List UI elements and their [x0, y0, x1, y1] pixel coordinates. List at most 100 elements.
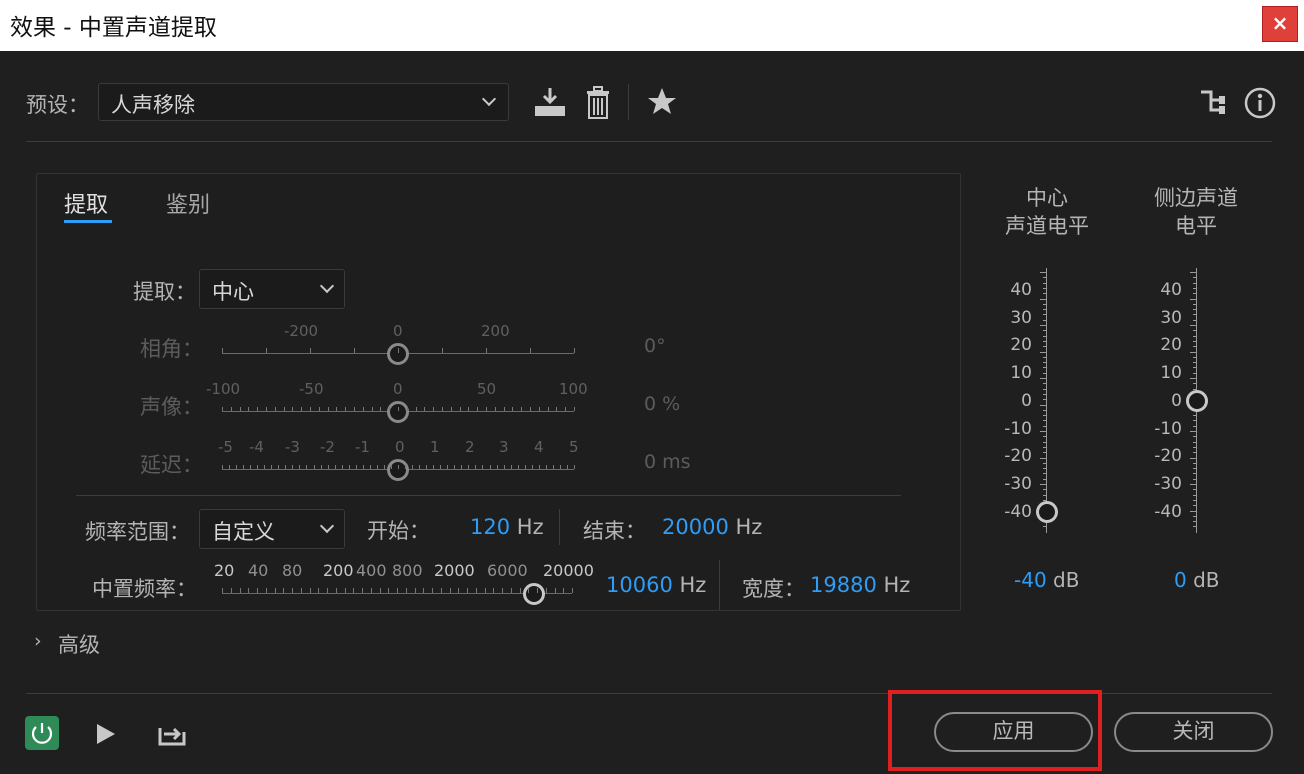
meter-tick [1190, 351, 1196, 353]
meter-tick [1043, 473, 1046, 475]
slider-tick [398, 465, 399, 469]
end-value[interactable]: 20000 [662, 515, 729, 539]
meter-handle[interactable] [1036, 500, 1058, 523]
slider-tick [266, 588, 267, 593]
extract-dropdown[interactable]: 中心 [199, 269, 345, 309]
slider-tick [299, 465, 300, 469]
meter-tick [1043, 340, 1046, 342]
slider-tick [442, 407, 443, 411]
start-readout: 120 Hz [470, 515, 544, 539]
center-freq-slider-handle[interactable] [523, 583, 545, 605]
center-level-meter[interactable]: 40 30 20 10 0 -10 -20 -30 -40 [1000, 268, 1070, 533]
cf-tick-label: 2000 [434, 561, 475, 580]
slider-tick [310, 407, 311, 411]
meter-scale-label: 30 [1010, 307, 1032, 328]
preset-value: 人声移除 [111, 93, 195, 117]
meter-tick [1193, 478, 1196, 480]
slider-tick [468, 407, 469, 411]
meter-tick [1043, 319, 1046, 321]
slider-tick [257, 588, 258, 593]
apply-button[interactable]: 应用 [934, 712, 1093, 752]
play-icon[interactable] [94, 722, 118, 746]
slider-tick [504, 465, 505, 469]
pan-slider-handle[interactable] [387, 401, 409, 423]
title-bar: 效果 - 中置声道提取 × [0, 0, 1304, 51]
meter-handle[interactable] [1186, 389, 1208, 412]
pan-value: 0 % [644, 393, 681, 415]
slider-tick [384, 465, 385, 469]
meter-tick [1040, 378, 1046, 379]
meter-tick [1040, 431, 1046, 432]
cf-tick-label: 200 [323, 561, 354, 580]
slider-tick [301, 407, 302, 411]
extract-value: 中心 [212, 280, 254, 304]
slider-tick [537, 588, 538, 593]
width-value[interactable]: 19880 [810, 573, 877, 597]
preset-dropdown[interactable]: 人声移除 [98, 83, 509, 121]
toolbar-divider [628, 84, 629, 120]
slider-tick [222, 465, 223, 469]
loop-export-icon[interactable] [156, 718, 188, 748]
delay-tick-label: -3 [285, 438, 300, 456]
slider-tick [447, 465, 448, 469]
slider-tick [433, 465, 434, 469]
meter-tick [1193, 425, 1196, 427]
star-icon[interactable] [647, 87, 677, 115]
slider-tick [511, 465, 512, 469]
meter-tick [1043, 362, 1046, 364]
slider-tick [371, 588, 372, 593]
power-toggle[interactable] [25, 716, 59, 750]
freq-range-dropdown[interactable]: 自定义 [199, 509, 345, 549]
slider-tick [377, 465, 378, 469]
tab-extract[interactable]: 提取 [64, 187, 108, 219]
meter-tick [1043, 330, 1046, 332]
slider-tick [511, 588, 512, 593]
chevron-right-icon[interactable]: › [34, 630, 42, 652]
info-icon[interactable] [1243, 86, 1277, 120]
slider-tick [426, 465, 427, 469]
freq-range-label: 频率范围： [85, 520, 190, 544]
advanced-toggle[interactable]: 高级 [58, 629, 100, 659]
meter-scale-label: 40 [1160, 280, 1182, 300]
phase-slider-handle[interactable] [387, 343, 409, 365]
slider-tick [354, 348, 355, 353]
meter-scale-label: 40 [1010, 280, 1032, 300]
meter-tick [1193, 314, 1196, 316]
meter-scale-label: 20 [1010, 335, 1032, 356]
save-preset-icon[interactable] [532, 86, 568, 118]
start-value[interactable]: 120 [470, 515, 510, 539]
center-level-value[interactable]: -40 [1014, 568, 1047, 592]
slider-tick [574, 348, 575, 353]
meter-tick [1040, 325, 1046, 326]
slider-tick [398, 407, 399, 411]
meter-tick [1193, 346, 1196, 348]
meter-tick [1043, 415, 1046, 417]
slider-tick [292, 407, 293, 411]
delete-preset-icon[interactable] [584, 86, 612, 120]
slider-tick [565, 407, 566, 411]
slider-tick [278, 465, 279, 469]
meter-tick [1043, 367, 1046, 369]
meter-tick [1193, 473, 1196, 475]
routing-icon[interactable] [1199, 88, 1227, 116]
meter-tick [1193, 420, 1196, 422]
close-window-button[interactable]: × [1262, 6, 1298, 42]
slider-tick [380, 407, 381, 411]
slider-tick [556, 407, 557, 411]
slider-tick [468, 465, 469, 469]
delay-slider-handle[interactable] [387, 459, 409, 481]
meter-tick [1193, 521, 1196, 523]
slider-tick [539, 465, 540, 469]
close-button[interactable]: 关闭 [1114, 712, 1273, 752]
center-freq-value[interactable]: 10060 [606, 573, 673, 597]
delay-tick-label: -2 [320, 438, 335, 456]
meter-tick [1043, 436, 1046, 438]
delay-tick-label: 3 [499, 438, 509, 456]
side-level-value[interactable]: 0 [1174, 568, 1187, 592]
slider-tick [490, 465, 491, 469]
side-level-meter[interactable]: 40 30 20 10 0 -10 -20 -30 -40 [1150, 268, 1220, 533]
meter-tick [1043, 293, 1046, 295]
center-freq-slider-track[interactable] [222, 593, 572, 594]
meter-tick [1040, 272, 1046, 273]
tab-discrimination[interactable]: 鉴别 [166, 187, 210, 219]
